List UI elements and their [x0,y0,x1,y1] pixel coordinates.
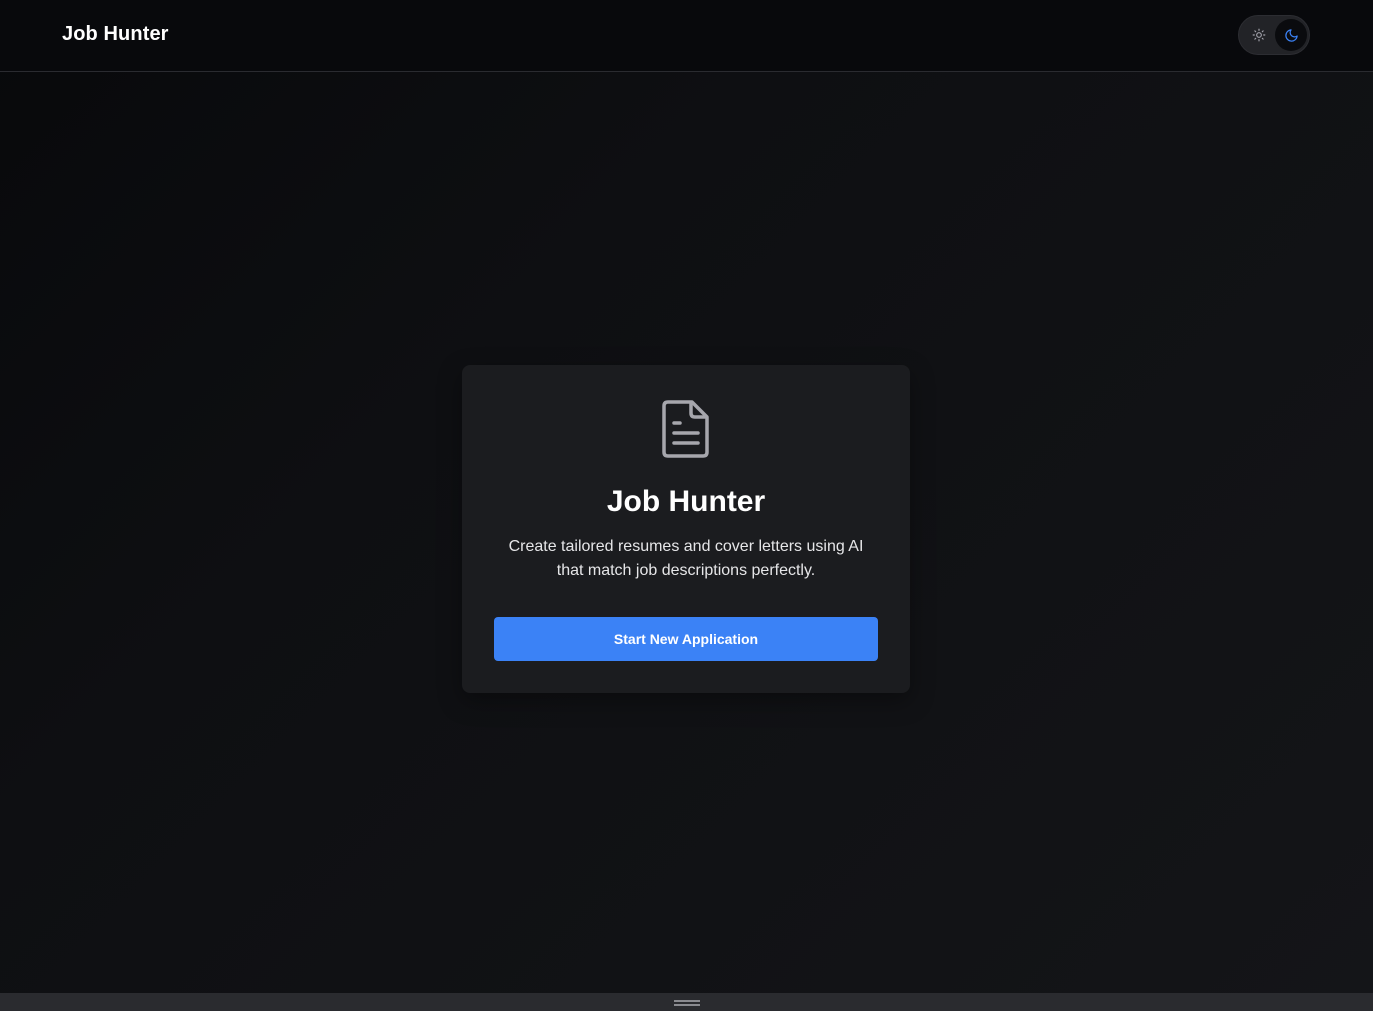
drag-handle-icon[interactable] [674,1000,700,1006]
description-text: Create tailored resumes and cover letter… [508,538,864,579]
brand-title[interactable]: Job Hunter [62,22,169,46]
start-new-application-button[interactable]: Start New Application [494,617,878,661]
page-title: Job Hunter [606,485,766,518]
moon-icon [1284,28,1298,42]
sun-icon [1252,28,1266,42]
top-bar: Job Hunter [0,0,1373,72]
theme-toggle[interactable] [1238,15,1310,55]
resize-panel-bar[interactable] [0,993,1373,1011]
app-window: Job Hunter Job Hunter Create tailored re… [0,0,1373,1011]
light-theme-button[interactable] [1243,19,1275,51]
dark-theme-button[interactable] [1275,19,1307,51]
welcome-card: Job Hunter Create tailored resumes and c… [462,365,910,693]
document-icon [662,400,709,458]
